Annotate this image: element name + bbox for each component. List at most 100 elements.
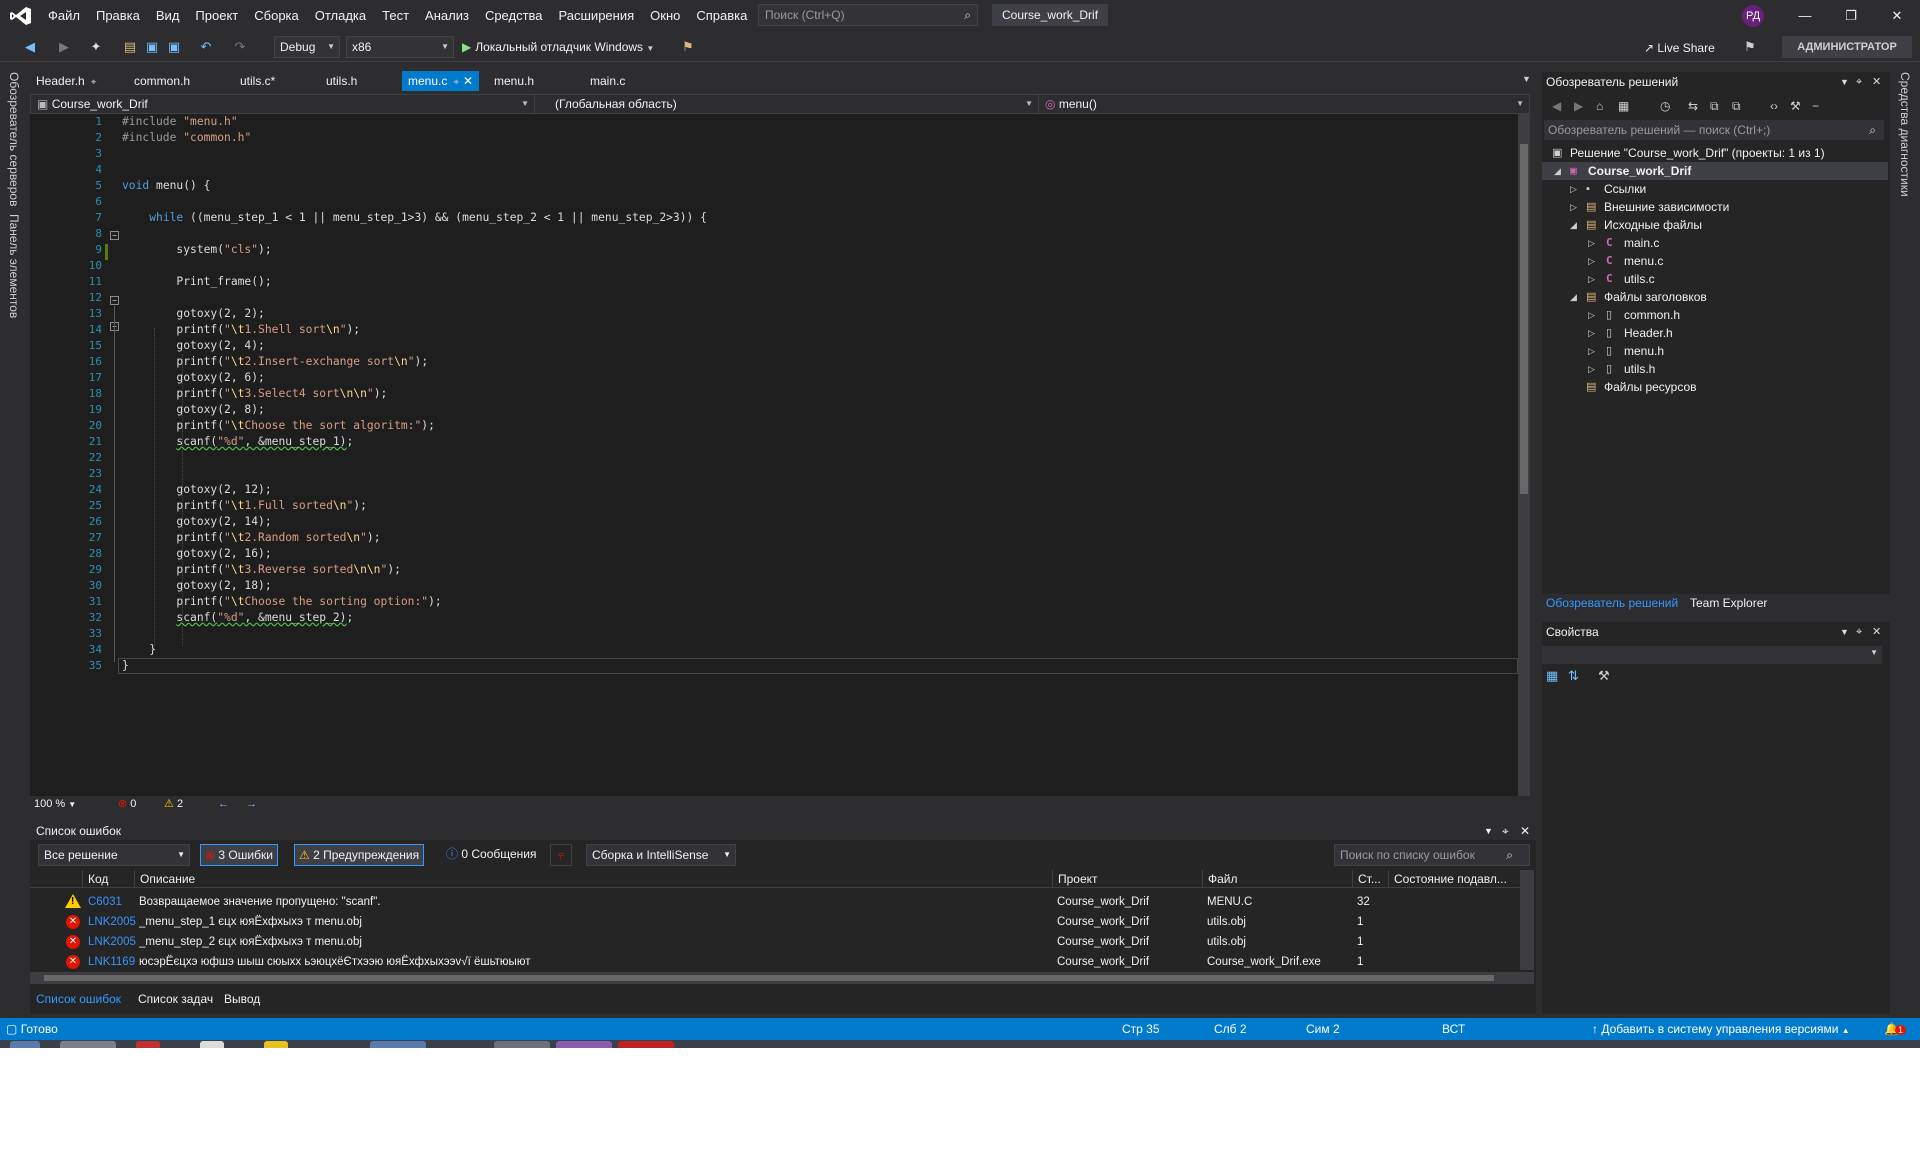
tab-solution-explorer[interactable]: Обозреватель решений [1546,594,1678,612]
project-combo[interactable]: ▣ Course_work_Drif ▼ [31,95,535,113]
chevron-down-icon[interactable]: ▼ [1840,622,1849,642]
new-project-icon[interactable]: ✦ [88,39,104,55]
code-editor[interactable]: 1 2 3 4 5 6 7 8 9 10 11 12 13 14 15 16 17 18 19 20 21 22 23 24 2… [30,114,1530,796]
restore-button[interactable]: ❐ [1828,0,1874,32]
expand-arrow-icon[interactable]: ▷ [1588,342,1595,360]
collapse-arrow-icon[interactable]: ◢ [1570,216,1577,234]
col-suppression[interactable]: Состояние подавл... [1388,870,1520,888]
col-line[interactable]: Ст... [1352,870,1388,888]
taskbar-app-icon[interactable] [618,1041,674,1048]
fold-collapse-icon[interactable]: − [110,296,119,305]
switch-views-icon[interactable]: ▦ [1618,99,1629,113]
close-icon[interactable]: ✕ [1520,822,1530,840]
tab-utils-c[interactable]: utils.c* [234,71,281,91]
error-scope-combo[interactable]: Все решение ▼ [38,844,190,866]
forward-icon[interactable]: ▶ [1574,99,1583,113]
diagnostic-tools-tab[interactable]: Средства диагностики [1898,72,1912,197]
add-to-source-control-button[interactable]: ↑ Добавить в систему управления версиями… [1592,1018,1850,1040]
col-description[interactable]: Описание [134,870,1090,888]
error-code[interactable]: C6031 [88,892,122,912]
tree-file-utils-h[interactable]: ▷ ▯ utils.h [1542,360,1888,378]
scope-combo[interactable]: (Глобальная область) ▼ [535,95,1039,113]
start-debugging-button[interactable]: ▶ Локальный отладчик Windows ▼ [462,36,654,58]
chevron-down-icon[interactable]: ▼ [1484,822,1493,840]
close-icon[interactable]: ✕ [1872,72,1881,92]
tree-resource-files[interactable]: ▤ Файлы ресурсов [1542,378,1888,396]
tab-error-list[interactable]: Список ошибок [36,990,121,1008]
build-intellisense-combo[interactable]: Сборка и IntelliSense ▼ [586,844,736,866]
taskbar-visual-studio-icon[interactable] [556,1041,612,1048]
expand-arrow-icon[interactable]: ▷ [1588,306,1595,324]
errors-filter-button[interactable]: ⊗ 3 Ошибки [200,844,278,866]
tab-main-c[interactable]: main.c [584,71,631,91]
expand-arrow-icon[interactable]: ▷ [1588,324,1595,342]
minimize-button[interactable]: — [1782,0,1828,32]
taskbar-explorer-icon[interactable] [60,1041,116,1048]
close-icon[interactable]: ✕ [1872,622,1881,642]
menu-test[interactable]: Тест [374,0,417,32]
member-combo[interactable]: ◎ menu() ▼ [1039,95,1529,113]
menu-view[interactable]: Вид [148,0,188,32]
tree-file-main-c[interactable]: ▷ C main.c [1542,234,1888,252]
tab-header-h[interactable]: Header.h ⌖ [30,71,102,91]
undo-icon[interactable]: ↶ [198,39,214,55]
properties-wrench-icon[interactable]: ⚒ [1790,99,1801,113]
close-tab-icon[interactable]: ✕ [463,74,473,88]
tab-menu-c[interactable]: menu.c ⌖ ✕ [402,71,480,91]
pin-icon[interactable]: ⌖ [1502,822,1509,840]
taskbar-app-icon[interactable] [264,1041,288,1048]
menu-project[interactable]: Проект [187,0,246,32]
fold-collapse-icon[interactable]: − [110,231,119,240]
sync-icon[interactable]: ⇆ [1688,99,1698,113]
expand-arrow-icon[interactable]: ▷ [1570,198,1577,216]
home-icon[interactable]: ⌂ [1596,99,1603,113]
tab-menu-h[interactable]: menu.h [488,71,540,91]
close-window-button[interactable]: ✕ [1874,0,1920,32]
col-file[interactable]: Файл [1202,870,1352,888]
error-code[interactable]: LNK2005 [88,932,136,952]
tree-solution[interactable]: ▣ Решение "Course_work_Drif" (проекты: 1… [1552,144,1888,162]
tree-source-files[interactable]: ◢ ▤ Исходные файлы [1542,216,1888,234]
error-row[interactable]: ✕ LNK1169 юсэрЁєцхэ юфшэ шыш сюыхх ьэюцх… [30,952,1520,972]
live-share-button[interactable]: ↗ Live Share [1644,38,1715,58]
forward-icon[interactable]: ▶ [56,39,72,55]
tree-file-utils-c[interactable]: ▷ C utils.c [1542,270,1888,288]
prev-issue-arrow-icon[interactable]: ← [218,796,229,812]
menu-window[interactable]: Окно [642,0,688,32]
show-all-files-icon[interactable]: ⧉ [1732,99,1741,114]
scrollbar-thumb[interactable] [1520,144,1528,494]
pin-icon[interactable]: ⌖ [1856,72,1862,92]
menu-debug[interactable]: Отладка [307,0,374,32]
visual-studio-logo-icon[interactable] [10,6,32,26]
open-file-icon[interactable]: ▤ [122,39,138,55]
save-all-icon[interactable]: ▣ [166,39,182,55]
menu-extensions[interactable]: Расширения [551,0,643,32]
solution-configuration-combo[interactable]: Debug ▼ [274,36,340,58]
warnings-filter-button[interactable]: ⚠ 2 Предупреждения [294,844,425,866]
save-icon[interactable]: ▣ [144,39,160,55]
categorized-icon[interactable]: ▦ [1546,668,1558,684]
error-list-search[interactable]: Поиск по списку ошибок ⌕ [1334,844,1530,866]
tree-file-menu-c[interactable]: ▷ C menu.c [1542,252,1888,270]
status-insert-mode[interactable]: ВСТ [1442,1018,1465,1040]
quick-launch-search[interactable]: Поиск (Ctrl+Q) ⌕ [758,4,978,26]
solution-platform-combo[interactable]: x86 ▼ [346,36,454,58]
col-code[interactable]: Код [82,870,134,888]
col-project[interactable]: Проект [1052,870,1202,888]
editor-error-indicator[interactable]: ⊗ 0 [118,796,136,812]
error-list-horizontal-scrollbar[interactable] [30,972,1534,984]
next-issue-arrow-icon[interactable]: → [246,796,257,812]
pin-icon[interactable]: ⌖ [453,77,459,88]
tree-external-deps[interactable]: ▷ ▤ Внешние зависимости [1542,198,1888,216]
tab-overflow-chevron-down-icon[interactable]: ▼ [1522,74,1531,84]
taskbar-app-icon[interactable] [136,1041,160,1048]
view-code-icon[interactable]: ‹› [1770,99,1778,113]
tree-file-header-h[interactable]: ▷ ▯ Header.h [1542,324,1888,342]
taskbar-app-icon[interactable] [370,1041,426,1048]
tree-header-files[interactable]: ◢ ▤ Файлы заголовков [1542,288,1888,306]
user-avatar[interactable]: РД [1742,5,1764,27]
messages-filter-button[interactable]: ⓘ 0 Сообщения [442,844,541,866]
properties-object-combo[interactable]: ▼ [1542,646,1882,664]
solution-explorer-search[interactable]: Обозреватель решений — поиск (Ctrl+;) ⌕ [1544,120,1884,140]
alphabetical-sort-icon[interactable]: ⇅ [1568,668,1579,684]
